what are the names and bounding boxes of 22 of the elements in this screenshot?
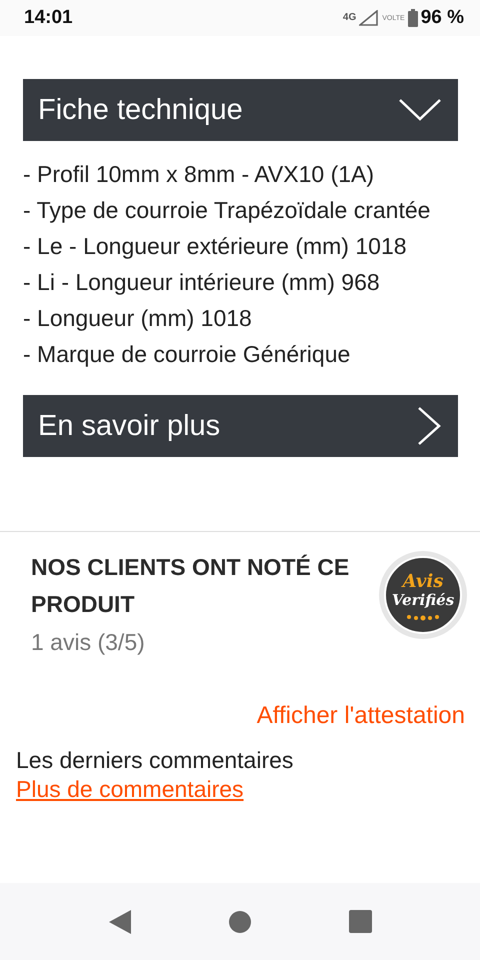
status-time: 14:01: [24, 7, 73, 29]
comments-title: Les derniers commentaires: [15, 747, 294, 774]
accordion-header[interactable]: Fiche technique: [23, 79, 458, 141]
battery-icon: [408, 9, 418, 27]
chevron-right-icon: [416, 406, 442, 446]
battery-level: 96 %: [420, 7, 464, 29]
spec-line: - Le - Longueur extérieure (mm) 1018: [23, 232, 408, 261]
recents-icon[interactable]: [348, 910, 372, 933]
spec-line: - Profil 10mm x 8mm - AVX10 (1A): [23, 160, 376, 189]
reviews-heading: NOS CLIENTS ONT NOTÉ CE PRODUIT: [31, 553, 350, 619]
accordion-header[interactable]: En savoir plus: [23, 395, 458, 457]
spec-line: - Longueur (mm) 1018: [23, 304, 253, 333]
spec-line: - Marque de courroie Générique: [23, 340, 352, 369]
chevron-down-icon: [398, 98, 442, 122]
review-summary: 1 avis (3/5): [31, 629, 146, 656]
spec-line: - Type de courroie Trapézoïdale crantée: [23, 196, 432, 225]
spec-line: - Li - Longueur intérieure (mm) 968: [23, 268, 381, 297]
signal-icon: [359, 10, 380, 26]
home-icon[interactable]: [228, 910, 250, 932]
network-type: 4G: [342, 13, 356, 23]
verified-reviews-badge: Avis Verifiés: [377, 549, 469, 641]
back-icon[interactable]: [108, 910, 130, 934]
